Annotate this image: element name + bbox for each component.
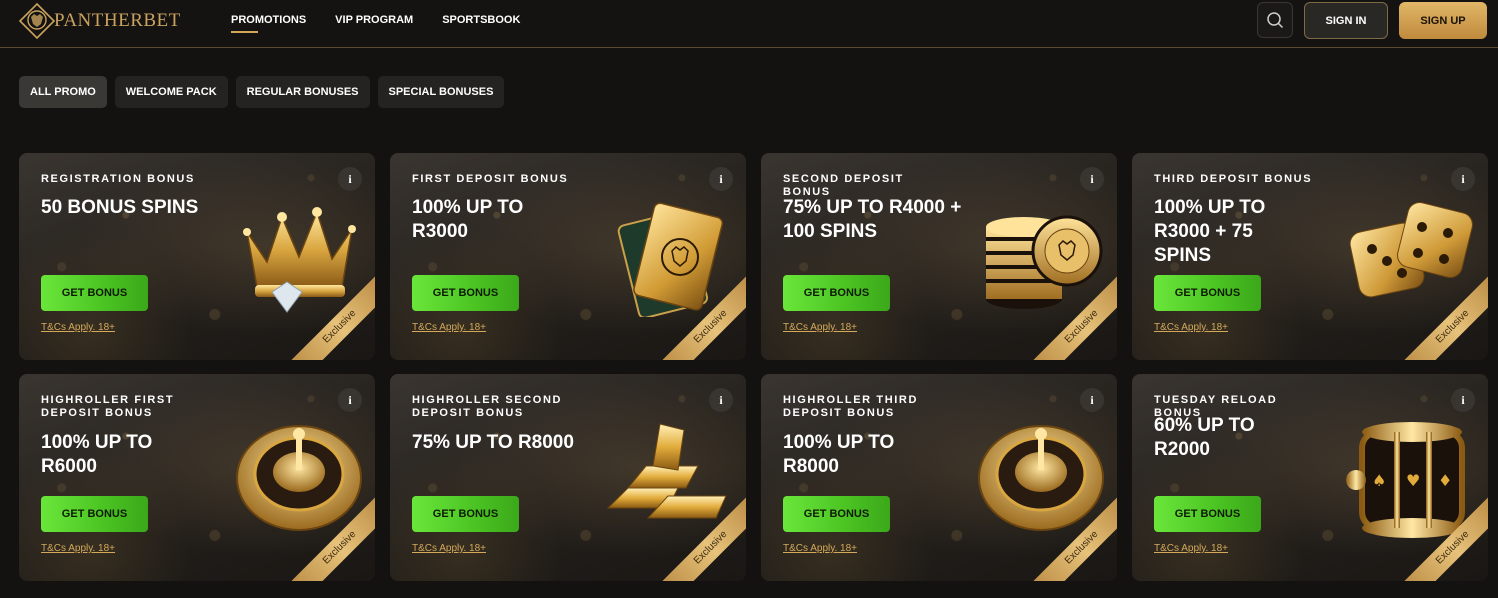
promo-card: HIGHROLLER THIRD DEPOSIT BONUS 100% UP T…: [761, 374, 1117, 581]
promo-title: 100% UP TO R6000: [41, 432, 153, 477]
gold-bars-icon: [606, 423, 727, 519]
get-bonus-button[interactable]: GET BONUS: [412, 496, 519, 532]
dice-icon: [1349, 202, 1473, 298]
tab-special-bonuses[interactable]: SPECIAL BONUSES: [377, 76, 505, 108]
promo-grid: REGISTRATION BONUS 50 BONUS SPINS i GET …: [19, 153, 1488, 581]
get-bonus-button[interactable]: GET BONUS: [1154, 496, 1261, 532]
promo-card: SECOND DEPOSIT BONUS 75% UP TO R4000 + 1…: [761, 153, 1117, 360]
get-bonus-button[interactable]: GET BONUS: [41, 275, 148, 311]
promo-category: REGISTRATION BONUS: [41, 173, 195, 185]
svg-text:♦: ♦: [1438, 471, 1452, 490]
promo-category: HIGHROLLER SECOND DEPOSIT BONUS: [412, 394, 563, 419]
promo-card: TUESDAY RELOAD BONUS 60% UP TO R2000 i ♠…: [1132, 374, 1488, 581]
terms-link[interactable]: T&Cs Apply. 18+: [783, 543, 857, 554]
sign-in-button[interactable]: SIGN IN: [1304, 2, 1388, 39]
terms-link[interactable]: T&Cs Apply. 18+: [412, 543, 486, 554]
promo-title: 50 BONUS SPINS: [41, 197, 199, 218]
svg-text:♥: ♥: [1406, 471, 1420, 490]
roulette-wheel-icon: [978, 425, 1104, 531]
nav-sportsbook[interactable]: SPORTSBOOK: [442, 0, 520, 40]
terms-link[interactable]: T&Cs Apply. 18+: [1154, 322, 1228, 333]
search-icon: [1267, 12, 1284, 29]
terms-link[interactable]: T&Cs Apply. 18+: [783, 322, 857, 333]
brand-logo[interactable]: PANTHERBET: [18, 2, 181, 40]
promo-card: REGISTRATION BONUS 50 BONUS SPINS i GET …: [19, 153, 375, 360]
promo-category: HIGHROLLER THIRD DEPOSIT BONUS: [783, 394, 918, 419]
terms-link[interactable]: T&Cs Apply. 18+: [412, 322, 486, 333]
get-bonus-button[interactable]: GET BONUS: [783, 275, 890, 311]
tab-regular-bonuses[interactable]: REGULAR BONUSES: [235, 76, 370, 108]
promo-category: HIGHROLLER FIRST DEPOSIT BONUS: [41, 394, 175, 419]
site-header: PANTHERBET PROMOTIONS VIP PROGRAM SPORTS…: [0, 0, 1498, 48]
get-bonus-button[interactable]: GET BONUS: [41, 496, 148, 532]
roulette-wheel-icon: [236, 425, 362, 531]
promo-card: THIRD DEPOSIT BONUS 100% UP TO R3000 + 7…: [1132, 153, 1488, 360]
tab-all-promo[interactable]: ALL PROMO: [19, 76, 107, 108]
promo-title: 100% UP TO R8000: [783, 432, 895, 477]
main-nav: PROMOTIONS VIP PROGRAM SPORTSBOOK: [231, 0, 549, 46]
get-bonus-button[interactable]: GET BONUS: [1154, 275, 1261, 311]
panther-logo-icon: [18, 2, 56, 40]
search-button[interactable]: [1257, 2, 1293, 38]
promo-title: 60% UP TO R2000: [1154, 415, 1255, 460]
terms-link[interactable]: T&Cs Apply. 18+: [41, 543, 115, 554]
get-bonus-button[interactable]: GET BONUS: [783, 496, 890, 532]
brand-name: PANTHERBET: [54, 10, 181, 31]
nav-promotions[interactable]: PROMOTIONS: [231, 0, 306, 40]
promo-category: FIRST DEPOSIT BONUS: [412, 173, 569, 185]
terms-link[interactable]: T&Cs Apply. 18+: [41, 322, 115, 333]
sign-up-button[interactable]: SIGN UP: [1399, 2, 1487, 39]
slot-reels-icon: ♠ ♥ ♦: [1346, 422, 1465, 538]
svg-text:♠: ♠: [1372, 471, 1386, 490]
promo-card: FIRST DEPOSIT BONUS 100% UP TO R3000 i G…: [390, 153, 746, 360]
tab-welcome-pack[interactable]: WELCOME PACK: [114, 76, 228, 108]
promo-category: THIRD DEPOSIT BONUS: [1154, 173, 1313, 185]
promo-filter-tabs: ALL PROMO WELCOME PACK REGULAR BONUSES S…: [19, 76, 512, 108]
get-bonus-button[interactable]: GET BONUS: [412, 275, 519, 311]
promo-card: HIGHROLLER SECOND DEPOSIT BONUS 75% UP T…: [390, 374, 746, 581]
nav-vip-program[interactable]: VIP PROGRAM: [335, 0, 413, 40]
promo-title: 100% UP TO R3000 + 75 SPINS: [1154, 197, 1266, 266]
crown-icon: [243, 207, 356, 313]
playing-cards-icon: [617, 202, 724, 317]
promo-title: 75% UP TO R4000 + 100 SPINS: [783, 197, 962, 242]
terms-link[interactable]: T&Cs Apply. 18+: [1154, 543, 1228, 554]
promo-title: 100% UP TO R3000: [412, 197, 524, 242]
promo-card: HIGHROLLER FIRST DEPOSIT BONUS 100% UP T…: [19, 374, 375, 581]
casino-chips-icon: [986, 215, 1103, 309]
promo-title: 75% UP TO R8000: [412, 432, 574, 453]
